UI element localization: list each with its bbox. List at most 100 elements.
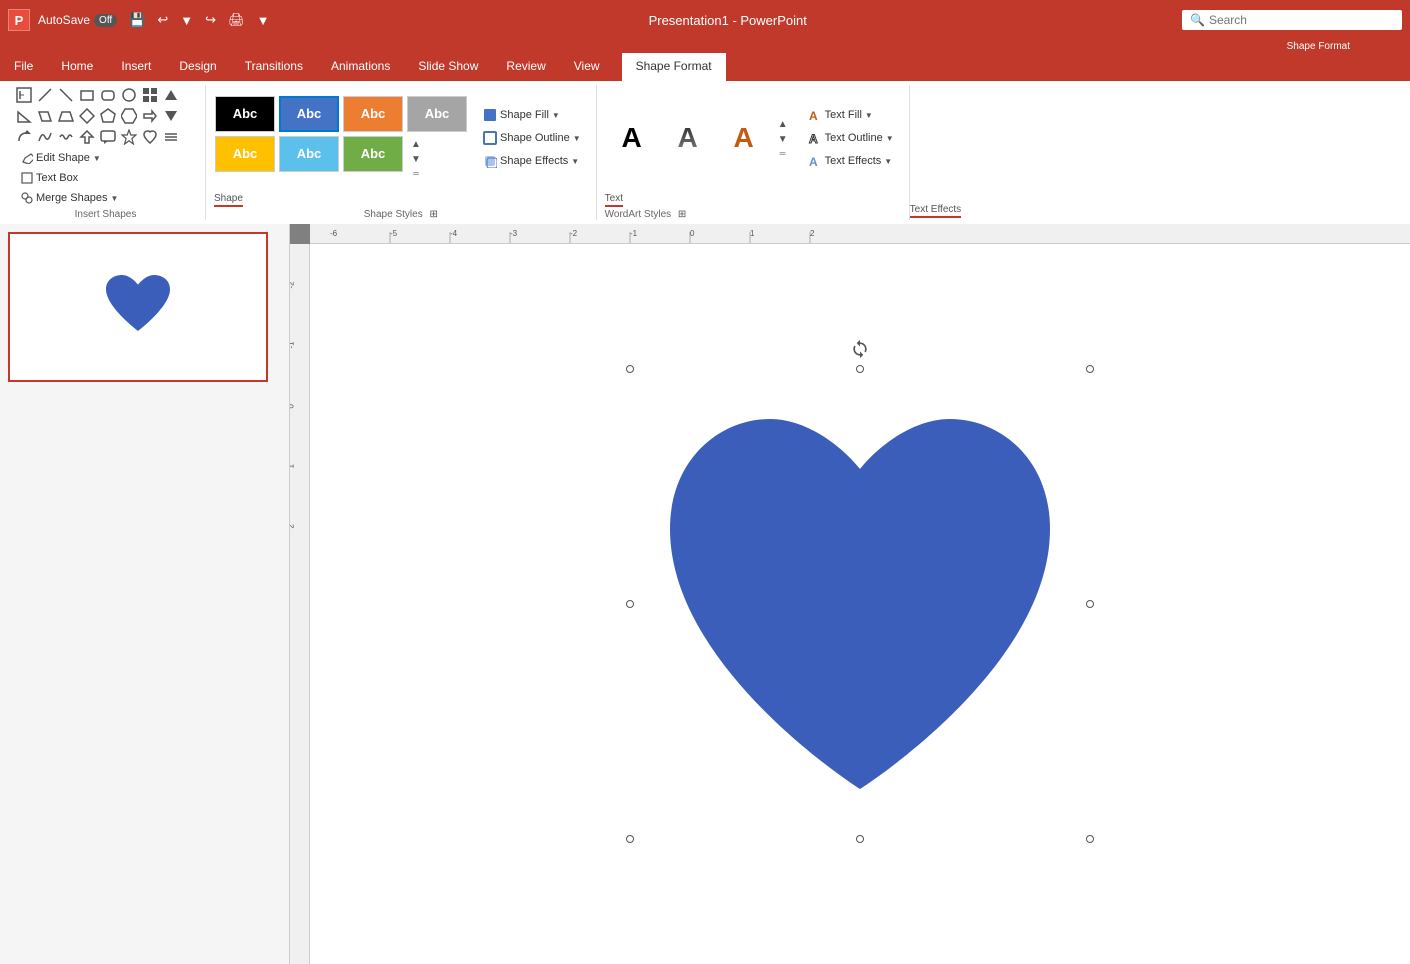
tab-transitions[interactable]: Transitions (231, 53, 317, 81)
text-shape-icon[interactable] (14, 85, 34, 105)
customize-qa-button[interactable]: ▼ (253, 11, 274, 30)
slide-thumbnail[interactable] (8, 232, 268, 382)
freeform-icon[interactable] (35, 127, 55, 147)
shape-effects-button[interactable]: Shape Effects ▼ (476, 151, 588, 171)
handle-bottom-left[interactable] (626, 835, 634, 843)
shape-swatch-gray[interactable]: Abc (407, 96, 467, 132)
up-arrow-icon[interactable] (77, 127, 97, 147)
titlebar: P AutoSave Off 💾 ↩ ▼ ↪ 🖨 ▼ Presentation1… (0, 0, 1410, 40)
wordart-swatch-orange[interactable]: A (718, 119, 770, 157)
shape-swatch-dark[interactable]: Abc (215, 96, 275, 132)
pentagon-icon[interactable] (98, 106, 118, 126)
rectangle-icon[interactable] (77, 85, 97, 105)
wordart-scroll-down[interactable]: ▼ (773, 132, 793, 147)
rounded-rect-icon[interactable] (98, 85, 118, 105)
gallery-scroll-up[interactable]: ▲ (406, 137, 426, 152)
shape-fill-button[interactable]: Shape Fill ▼ (476, 105, 588, 125)
handle-bottom-center[interactable] (856, 835, 864, 843)
text-box-button[interactable]: Text Box (14, 169, 125, 187)
heart-icon[interactable] (140, 127, 160, 147)
tab-insert[interactable]: Insert (107, 53, 165, 81)
shape-swatch-orange[interactable]: Abc (343, 96, 403, 132)
slide-canvas (310, 244, 1410, 964)
line-icon[interactable] (35, 85, 55, 105)
autosave-state: Off (94, 14, 117, 27)
ruler-top-marks: -6 -5 -4 -3 -2 -1 0 1 2 (330, 224, 1410, 243)
handle-top-left[interactable] (626, 365, 634, 373)
scribble-icon[interactable] (56, 127, 76, 147)
tab-home[interactable]: Home (47, 53, 107, 81)
insert-shapes-group: Edit Shape ▼ Text Box Merge Shapes ▼ Ins… (6, 85, 206, 220)
handle-bottom-right[interactable] (1086, 835, 1094, 843)
more-shapes-icon[interactable] (140, 85, 160, 105)
text-effects-button[interactable]: A Text Effects ▼ (801, 151, 901, 171)
autosave-label: AutoSave (38, 13, 90, 27)
shape-swatch-yellow[interactable]: Abc (215, 136, 275, 172)
slide-panel: 1 (0, 224, 290, 964)
diamond-icon[interactable] (77, 106, 97, 126)
gallery-expand[interactable]: ═ (406, 167, 426, 180)
tab-review[interactable]: Review (492, 53, 559, 81)
diagonal-line-icon[interactable] (56, 85, 76, 105)
right-arrow-icon[interactable] (140, 106, 160, 126)
text-effects-section-label: Text Effects (910, 204, 962, 218)
shape-swatch-lightblue[interactable]: Abc (279, 136, 339, 172)
handle-middle-right[interactable] (1086, 600, 1094, 608)
tab-design[interactable]: Design (165, 53, 230, 81)
shapes-gallery-scroll[interactable] (161, 127, 181, 147)
tab-shape-format[interactable]: Shape Format (622, 53, 726, 81)
slide-item[interactable]: 1 (8, 232, 268, 382)
shape-swatch-blue[interactable]: Abc (279, 96, 339, 132)
text-fill-button[interactable]: A Text Fill ▼ (801, 105, 901, 125)
rotate-handle[interactable] (850, 339, 870, 359)
right-triangle-icon[interactable] (14, 106, 34, 126)
tab-animations[interactable]: Animations (317, 53, 404, 81)
ribbon-wrapper: Shape Format File Home Insert Design Tra… (0, 40, 1410, 224)
format-shape-button[interactable]: ⊞ (429, 209, 437, 220)
shapes-scroll-up[interactable] (161, 85, 181, 105)
print-button[interactable]: 🖨 (224, 10, 249, 30)
wordart-format-button[interactable]: ⊞ (678, 209, 686, 220)
wordart-swatch-plain[interactable]: A (606, 119, 658, 157)
wordart-expand[interactable]: ═ (773, 147, 793, 160)
shapes-scroll-down[interactable] (161, 106, 181, 126)
callout-icon[interactable] (98, 127, 118, 147)
text-effects-icon: A (808, 154, 822, 168)
redo-button[interactable]: ↪ (201, 10, 220, 30)
shape-outline-icon (483, 131, 497, 145)
search-input[interactable] (1209, 13, 1394, 27)
handle-middle-left[interactable] (626, 600, 634, 608)
handle-top-right[interactable] (1086, 365, 1094, 373)
handle-top-center[interactable] (856, 365, 864, 373)
tab-file[interactable]: File (0, 53, 47, 81)
parallelogram-icon[interactable] (35, 106, 55, 126)
wordart-scroll-up[interactable]: ▲ (773, 117, 793, 132)
wordart-swatch-gradient[interactable]: A (662, 119, 714, 157)
wordart-styles-content: A A A ▲ ▼ ═ (605, 85, 901, 191)
heart-shape[interactable] (630, 369, 1090, 839)
search-box[interactable]: 🔍 (1182, 10, 1402, 30)
undo-button[interactable]: ↩ (153, 10, 172, 30)
quick-access-toolbar: 💾 ↩ ▼ ↪ 🖨 ▼ (125, 10, 273, 30)
hexagon-icon[interactable] (119, 106, 139, 126)
gallery-scroll-down[interactable]: ▼ (406, 152, 426, 167)
shape-swatch-green[interactable]: Abc (343, 136, 403, 172)
curved-arrow-icon[interactable] (14, 127, 34, 147)
circle-icon[interactable] (119, 85, 139, 105)
star-icon[interactable] (119, 127, 139, 147)
shape-swatches: Abc Abc Abc Abc Ab (214, 95, 468, 182)
shape-section-labels: Shape (214, 193, 243, 207)
wordart-styles-label: WordArt Styles ⊞ (605, 207, 901, 220)
save-button[interactable]: 💾 (125, 10, 149, 30)
text-outline-button[interactable]: A Text Outline ▼ (801, 128, 901, 148)
trapezoid-icon[interactable] (56, 106, 76, 126)
merge-shapes-button[interactable]: Merge Shapes ▼ (14, 189, 125, 207)
tab-slideshow[interactable]: Slide Show (404, 53, 492, 81)
tab-view[interactable]: View (560, 53, 614, 81)
edit-shape-button[interactable]: Edit Shape ▼ (14, 149, 125, 167)
shape-outline-button[interactable]: Shape Outline ▼ (476, 128, 588, 148)
text-effects-arrow: ▼ (884, 157, 892, 166)
undo-dropdown[interactable]: ▼ (176, 11, 197, 30)
autosave-control[interactable]: AutoSave Off (38, 13, 117, 27)
heart-container[interactable] (630, 369, 1090, 839)
